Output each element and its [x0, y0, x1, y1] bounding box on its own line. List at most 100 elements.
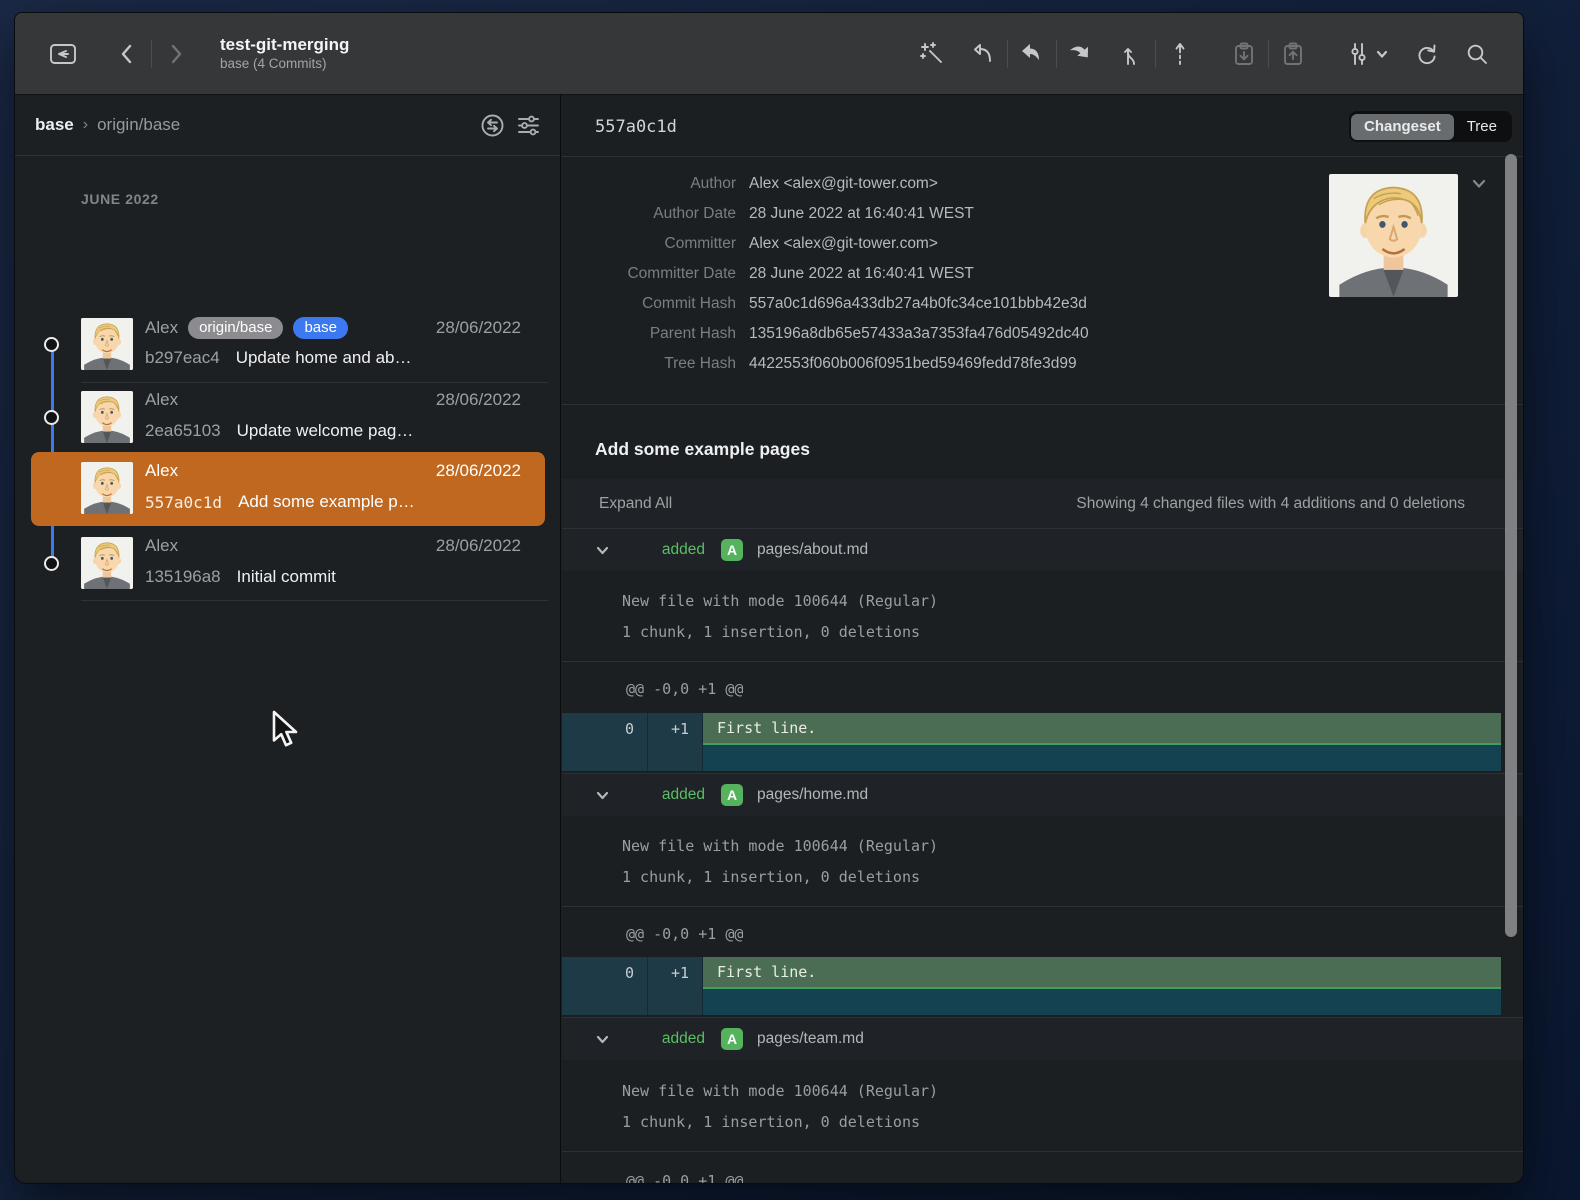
- collapse-chevron-icon[interactable]: [595, 788, 610, 803]
- diff-old-line-number: 0: [562, 957, 647, 989]
- vertical-scrollbar[interactable]: [1505, 154, 1517, 937]
- window-subtitle: base (4 Commits): [220, 56, 349, 73]
- forward-button[interactable]: [158, 36, 194, 72]
- diff-gutter: 0 +1: [562, 957, 703, 1015]
- merge-branches-icon: [1120, 41, 1142, 67]
- chunk-header: @@ -0,0 +1 @@: [626, 680, 743, 698]
- rebase-arrow-icon: [1171, 41, 1189, 67]
- file-header[interactable]: added A pages/about.md: [562, 528, 1524, 571]
- toolbar-separator: [1056, 40, 1057, 68]
- diff-gutter: 0 +1: [562, 713, 703, 771]
- window-title-block: test-git-merging base (4 Commits): [220, 34, 349, 72]
- sliders-icon: [1346, 41, 1372, 67]
- meta-label: Committer Date: [595, 259, 736, 289]
- branch-badge-remote[interactable]: origin/base: [188, 317, 283, 339]
- breadcrumb-tracking-branch[interactable]: origin/base: [97, 115, 180, 135]
- changes-summary: Showing 4 changed files with 4 additions…: [1076, 495, 1465, 513]
- expand-all-button[interactable]: Expand All: [599, 495, 672, 513]
- commit-group-header: JUNE 2022: [81, 191, 159, 207]
- stash-apply-button[interactable]: [1275, 36, 1311, 72]
- detail-commit-hash: 557a0c1d: [595, 117, 677, 137]
- diff-code: First line.: [703, 713, 1501, 745]
- file-path: pages/about.md: [757, 541, 868, 559]
- quick-actions-button[interactable]: [915, 36, 951, 72]
- commit-row[interactable]: Alex 28/06/2022 135196a8 Initial commit: [31, 527, 545, 600]
- open-repository-button[interactable]: [45, 36, 81, 72]
- chevron-down-icon: [1375, 47, 1389, 61]
- avatar: [81, 537, 133, 589]
- commit-list-panel: base › origin/base JUNE 2022: [15, 95, 561, 1184]
- chunk-header: @@ -0,0 +1 @@: [626, 925, 743, 943]
- commit-row[interactable]: Alex origin/base base 28/06/2022 b297eac…: [31, 308, 545, 381]
- search-icon: [1464, 41, 1490, 67]
- filter-button[interactable]: [510, 107, 546, 143]
- meta-label: Commit Hash: [595, 289, 736, 319]
- commit-date: 28/06/2022: [436, 461, 521, 481]
- meta-value: 28 June 2022 at 16:40:41 WEST: [749, 199, 974, 229]
- collapse-chevron-icon[interactable]: [595, 543, 610, 558]
- meta-value: 135196a8db65e57433a3a7353fa476d05492dc40: [749, 319, 1089, 349]
- chevron-right-icon: [165, 42, 187, 66]
- meta-label: Tree Hash: [595, 349, 736, 379]
- file-header[interactable]: added A pages/home.md: [562, 773, 1524, 816]
- clipboard-down-icon: [1231, 41, 1257, 67]
- pull-button[interactable]: [1014, 36, 1050, 72]
- fetch-arrow-icon: [970, 41, 996, 67]
- file-mode-line: New file with mode 100644 (Regular): [622, 1082, 938, 1100]
- meta-value: 557a0c1d696a433db27a4b0fc34ce101bbb42e3d: [749, 289, 1087, 319]
- diff-added-line: First line.: [703, 713, 1501, 745]
- fetch-button[interactable]: [965, 36, 1001, 72]
- commit-subject: Update home and ab…: [236, 348, 412, 368]
- commit-author: Alex: [145, 318, 178, 338]
- toolbar-separator: [1268, 40, 1269, 68]
- meta-label: Committer: [595, 229, 736, 259]
- commit-row[interactable]: Alex 28/06/2022 2ea65103 Update welcome …: [31, 381, 545, 454]
- pull-arrow-icon: [1019, 41, 1045, 67]
- avatar: [81, 391, 133, 443]
- file-header[interactable]: added A pages/team.md: [562, 1017, 1524, 1060]
- meta-value: Alex <alex@git-tower.com>: [749, 169, 938, 199]
- push-button[interactable]: [1063, 36, 1099, 72]
- commit-subject: Update welcome pag…: [237, 421, 414, 441]
- branch-badge-local[interactable]: base: [293, 317, 348, 339]
- app-window: test-git-merging base (4 Commits): [14, 12, 1524, 1184]
- wand-icon: [920, 41, 946, 67]
- divider: [562, 156, 1524, 157]
- diff-block: 0 +1 First line.: [562, 713, 1524, 771]
- commit-detail-panel: 557a0c1d Changeset Tree Author Alex <ale…: [562, 95, 1524, 1184]
- rebase-button[interactable]: [1162, 36, 1198, 72]
- refresh-button[interactable]: [1409, 36, 1445, 72]
- commit-short-hash: b297eac4: [145, 348, 220, 368]
- compare-button[interactable]: [474, 107, 510, 143]
- tab-tree[interactable]: Tree: [1454, 114, 1510, 140]
- divider: [562, 1151, 1524, 1152]
- back-button[interactable]: [109, 36, 145, 72]
- commit-date: 28/06/2022: [436, 536, 521, 556]
- search-button[interactable]: [1459, 36, 1495, 72]
- file-stats-line: 1 chunk, 1 insertion, 0 deletions: [622, 623, 920, 641]
- avatar: [81, 318, 133, 370]
- divider: [562, 661, 1524, 662]
- commit-row-selected[interactable]: Alex 28/06/2022 557a0c1d Add some exampl…: [31, 452, 545, 526]
- breadcrumb-separator-icon: ›: [83, 116, 88, 134]
- commit-short-hash: 557a0c1d: [145, 493, 222, 512]
- diff-empty-area: [703, 745, 1501, 771]
- collapse-chevron-icon[interactable]: [595, 1032, 610, 1047]
- tab-changeset[interactable]: Changeset: [1351, 114, 1454, 140]
- file-stats-line: 1 chunk, 1 insertion, 0 deletions: [622, 868, 920, 886]
- chevron-down-icon: [1470, 175, 1488, 193]
- breadcrumb-branch[interactable]: base: [35, 115, 74, 135]
- meta-label: Parent Hash: [595, 319, 736, 349]
- file-path: pages/home.md: [757, 786, 868, 804]
- clipboard-up-icon: [1280, 41, 1306, 67]
- stash-save-button[interactable]: [1226, 36, 1262, 72]
- toolbar-separator: [1155, 40, 1156, 68]
- avatar-chevron-button[interactable]: [1470, 175, 1488, 198]
- workflow-settings-button[interactable]: [1339, 36, 1395, 72]
- merge-button[interactable]: [1113, 36, 1149, 72]
- commit-author: Alex: [145, 536, 178, 556]
- diff-new-line-number: +1: [648, 713, 702, 745]
- file-status: added: [610, 786, 705, 804]
- diff-code: First line.: [703, 957, 1501, 989]
- breadcrumb: base › origin/base: [15, 95, 560, 156]
